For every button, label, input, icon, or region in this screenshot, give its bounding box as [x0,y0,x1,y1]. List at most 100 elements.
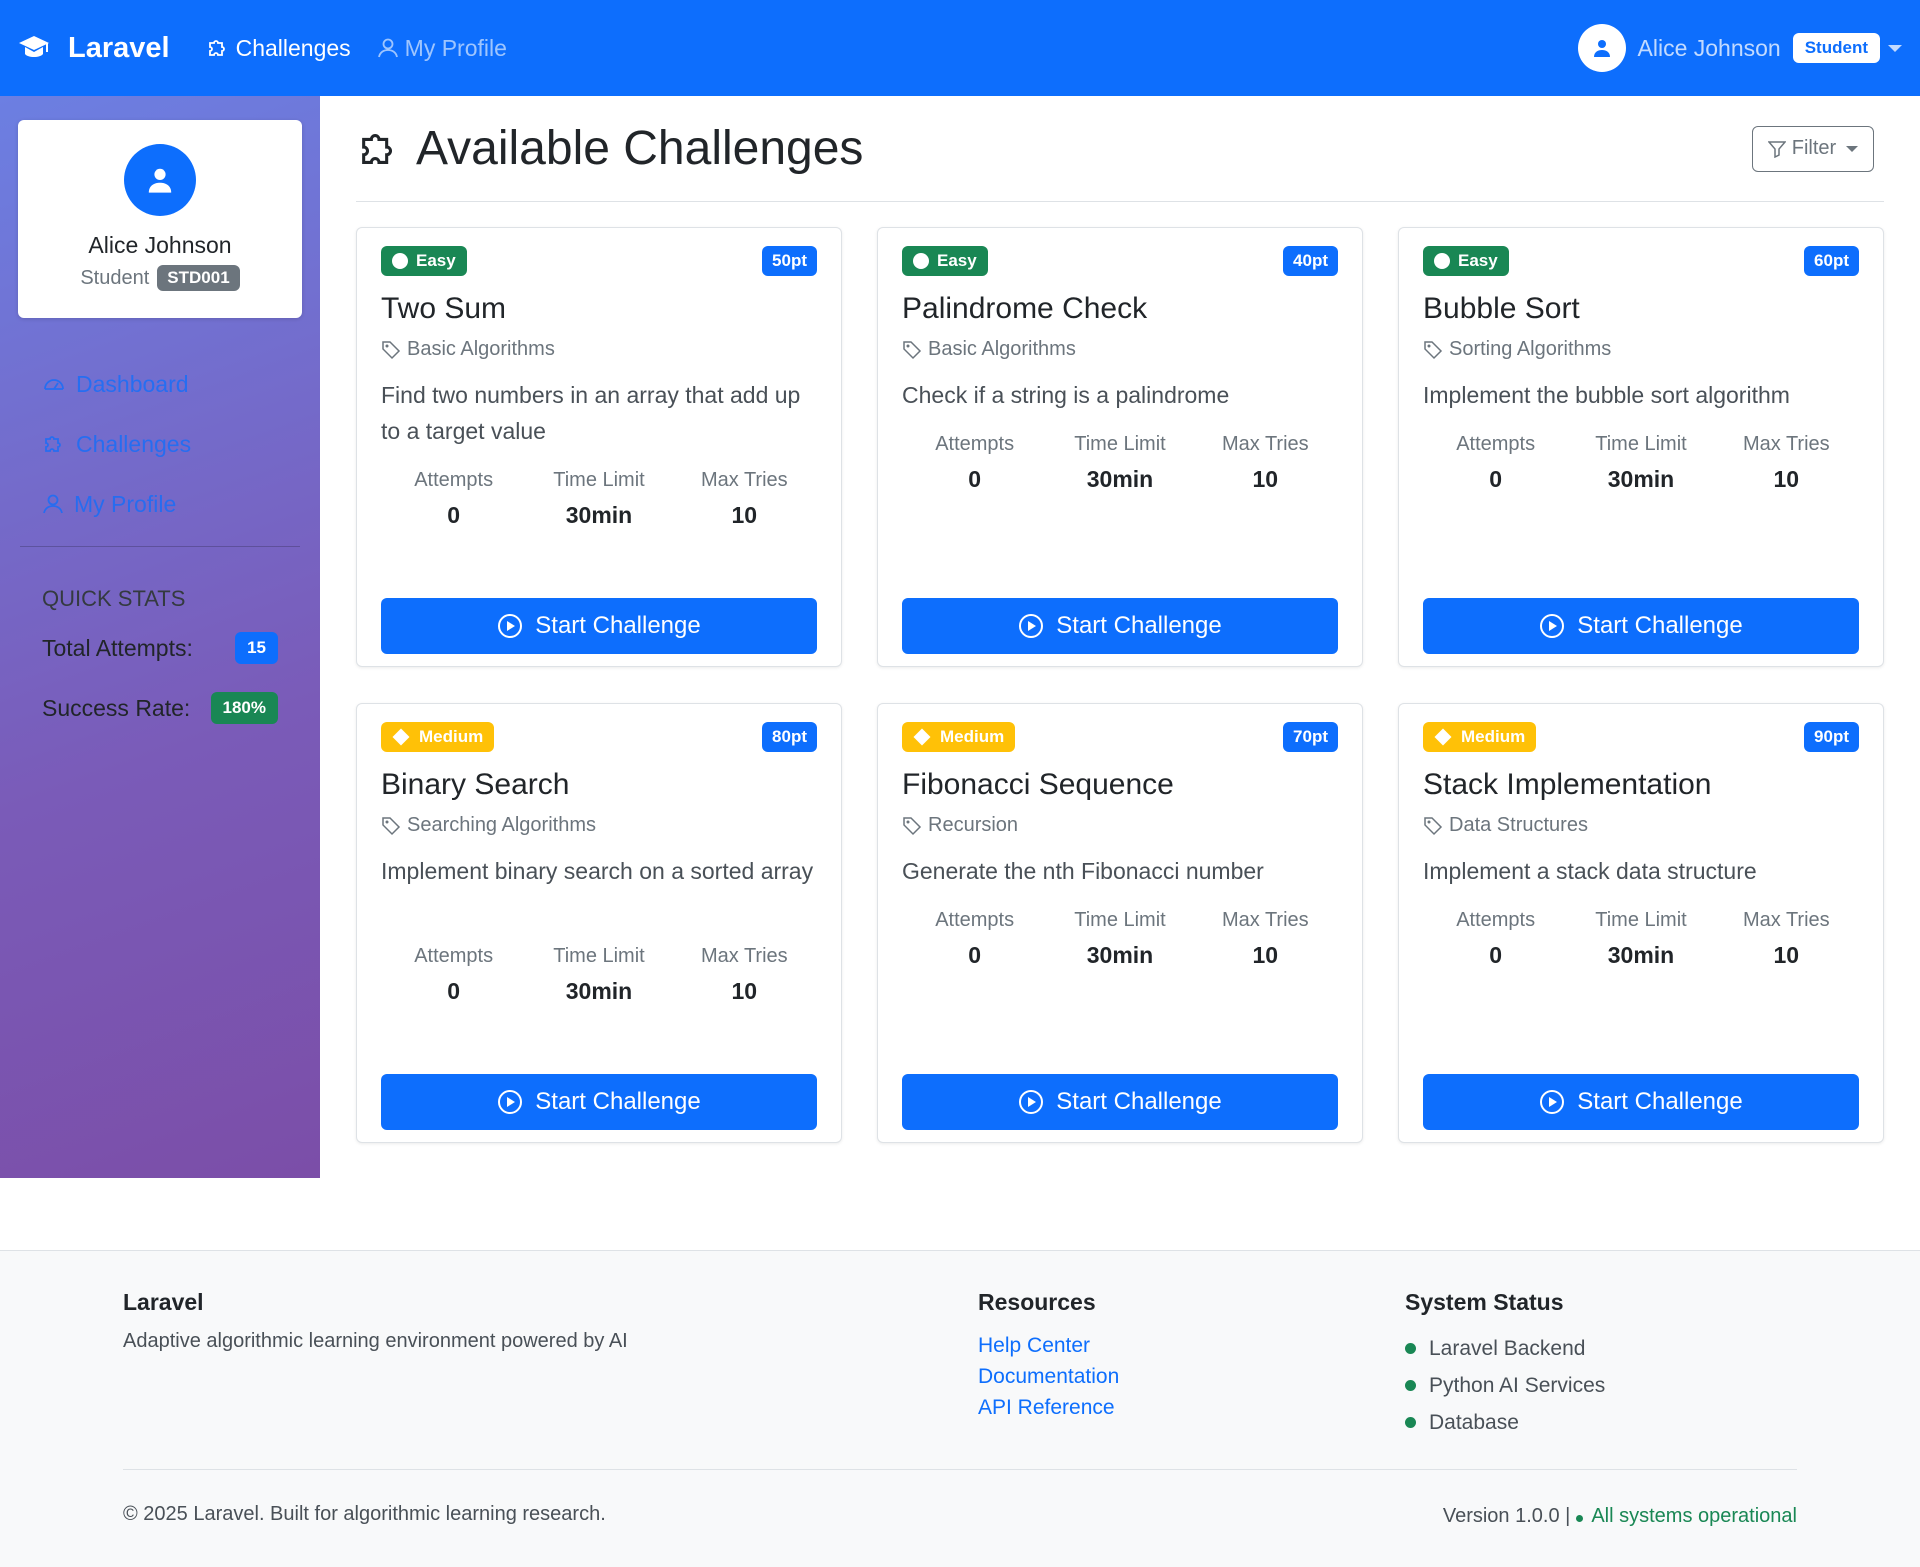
stat-max-tries: Max Tries 10 [674,469,814,529]
challenge-category: Basic Algorithms [902,338,1338,361]
stat-label: Time Limit [1595,909,1687,931]
status-item: Laravel Backend [1405,1330,1605,1367]
footer-resources-title: Resources [978,1289,1096,1315]
challenge-grid: Easy 50pt Two Sum Basic Algorithms Find two … [356,227,1884,1143]
stat-label: Max Tries [700,469,788,491]
challenge-description: Generate the nth Fibonacci number [902,858,1264,884]
avatar [124,144,196,216]
status-dot-icon [1405,1380,1416,1391]
sidebar-item-label: My Profile [74,490,177,517]
api-reference-link[interactable]: API Reference [978,1392,1119,1423]
stat-label: Time Limit [1074,433,1166,455]
graduation-cap-icon [19,36,49,57]
person-icon [377,38,398,58]
sidebar-item-my-profile[interactable]: My Profile [42,474,191,534]
start-challenge-button[interactable]: Start Challenge [1423,598,1859,654]
stat-value: 0 [1489,942,1503,968]
top-navbar: Laravel Challenges My Profile Alice John… [0,0,1920,96]
stat-label: Max Tries [1221,433,1309,455]
challenge-description: Implement a stack data structure [1423,858,1757,884]
version-text: Version 1.0.0 | [1442,1505,1571,1527]
stat-value: 30min [1607,942,1675,968]
footer-status-title: System Status [1405,1289,1564,1315]
tag-icon [1424,340,1443,359]
stat-max-tries: Max Tries 10 [674,945,814,1005]
footer-divider [123,1469,1797,1470]
challenge-card: Medium 80pt Binary Search Searching Algorit… [356,703,842,1143]
circle-icon [913,253,929,269]
status-item: Python AI Services [1405,1367,1605,1404]
stat-time-limit: Time Limit 30min [529,945,669,1005]
circle-icon [1434,253,1450,269]
category-label: Searching Algorithms [407,814,596,836]
stat-label: Time Limit [553,945,645,967]
play-circle-icon [498,614,523,638]
start-challenge-button[interactable]: Start Challenge [381,1074,817,1130]
sidebar-item-dashboard[interactable]: Dashboard [42,354,191,414]
person-icon [43,494,63,514]
help-center-link[interactable]: Help Center [978,1330,1119,1361]
play-circle-icon [1540,1090,1565,1114]
stat-label: Time Limit [1074,909,1166,931]
challenge-title: Fibonacci Sequence [902,768,1174,801]
stat-value: 0 [968,466,982,492]
challenge-stats: Attempts 0 Time Limit 30min Max Tries 10 [1423,909,1859,969]
sidebar-divider [20,546,300,547]
nav-username: Alice Johnson [1637,34,1781,61]
points-badge: 50pt [762,246,817,276]
challenge-title: Stack Implementation [1423,768,1712,801]
start-challenge-button[interactable]: Start Challenge [902,598,1338,654]
footer-resources: Resources Help Center Documentation API … [978,1289,1119,1423]
diamond-icon [1434,728,1452,746]
role-badge: Student [1792,33,1880,63]
start-challenge-button[interactable]: Start Challenge [902,1074,1338,1130]
start-challenge-button[interactable]: Start Challenge [1423,1074,1859,1130]
challenge-stats: Attempts 0 Time Limit 30min Max Tries 10 [381,469,817,529]
stat-max-tries: Max Tries 10 [1716,433,1856,493]
start-challenge-label: Start Challenge [1056,612,1222,639]
stat-total-attempts: Total Attempts: 15 [42,632,278,664]
stat-label: Time Limit [1595,433,1687,455]
stat-success-rate: Success Rate: 180% [42,692,278,724]
stat-time-limit: Time Limit 30min [529,469,669,529]
nav-challenges[interactable]: Challenges [206,35,351,62]
brand-link[interactable]: Laravel [18,32,170,65]
challenge-description: Implement the bubble sort algorithm [1423,382,1790,408]
funnel-icon [1767,140,1786,158]
puzzle-icon [45,436,61,452]
stat-value: 0 [1489,466,1503,492]
brand-name: Laravel [68,31,170,64]
challenge-card: Medium 90pt Stack Implementation Data Struc… [1398,703,1884,1143]
play-circle-icon [1019,614,1044,638]
stat-value: 30min [565,502,633,528]
start-challenge-button[interactable]: Start Challenge [381,598,817,654]
chevron-down-icon [1888,44,1902,52]
difficulty-label: Medium [1461,727,1526,746]
person-icon [1593,40,1610,57]
difficulty-label: Medium [419,727,484,746]
sidebar-item-challenges[interactable]: Challenges [42,414,191,474]
profile-card: Alice Johnson Student STD001 [18,120,302,318]
challenge-title: Bubble Sort [1423,292,1580,325]
stat-time-limit: Time Limit 30min [1050,909,1190,969]
student-id-badge: STD001 [157,265,240,291]
filter-button[interactable]: Filter [1752,125,1874,172]
stat-label: Max Tries [700,945,788,967]
stat-value: 10 [1252,466,1279,492]
challenge-card: Medium 70pt Fibonacci Sequence Recursion Gen… [877,703,1363,1143]
nav-my-profile[interactable]: My Profile [377,35,507,62]
stat-max-tries: Max Tries 10 [1195,909,1335,969]
stat-time-limit: Time Limit 30min [1571,433,1711,493]
status-label: Python AI Services [1429,1374,1606,1397]
filter-label: Filter [1791,137,1837,159]
documentation-link[interactable]: Documentation [978,1361,1119,1392]
stat-attempts: Attempts 0 [384,469,524,529]
challenge-category: Sorting Algorithms [1423,338,1859,361]
sidebar: Alice Johnson Student STD001 Dashboard C… [0,96,320,1178]
challenge-category: Searching Algorithms [381,814,817,837]
user-menu-toggle[interactable]: Alice Johnson Student [1577,24,1902,72]
stat-time-limit: Time Limit 30min [1050,433,1190,493]
card-header: Easy 60pt [1423,246,1859,276]
sidebar-item-label: Dashboard [76,370,189,397]
stat-label: Attempts [414,469,494,491]
